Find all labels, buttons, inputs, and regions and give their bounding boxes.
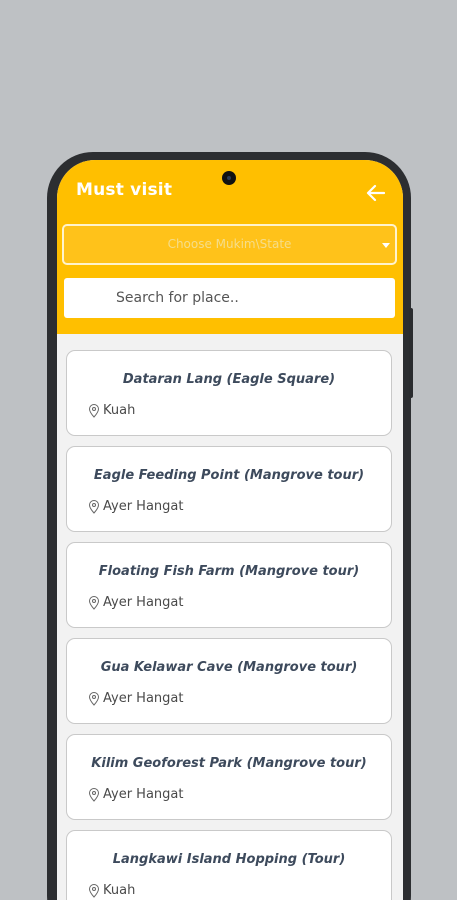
- list-item[interactable]: Gua Kelawar Cave (Mangrove tour) Ayer Ha…: [66, 638, 392, 724]
- location-pin-icon: [88, 691, 100, 706]
- location-text: Ayer Hangat: [103, 595, 184, 610]
- place-location: Ayer Hangat: [88, 499, 183, 514]
- location-text: Ayer Hangat: [103, 787, 184, 802]
- place-location: Ayer Hangat: [88, 595, 183, 610]
- list-item[interactable]: Eagle Feeding Point (Mangrove tour) Ayer…: [66, 446, 392, 532]
- place-name: Gua Kelawar Cave (Mangrove tour): [100, 660, 358, 675]
- location-text: Kuah: [103, 403, 136, 418]
- search-input[interactable]: [116, 278, 386, 318]
- location-pin-icon: [88, 499, 100, 514]
- location-pin-icon: [88, 403, 100, 418]
- app-screen: Must visit Choose Mukim\State Dataran La…: [57, 160, 403, 900]
- location-text: Ayer Hangat: [103, 499, 184, 514]
- location-pin-icon: [88, 595, 100, 610]
- location-pin-icon: [88, 883, 100, 898]
- location-pin-icon: [88, 787, 100, 802]
- caret-down-icon: [382, 243, 390, 248]
- list-item[interactable]: Floating Fish Farm (Mangrove tour) Ayer …: [66, 542, 392, 628]
- phone-side-button: [409, 308, 413, 398]
- location-text: Kuah: [103, 883, 136, 898]
- list-item[interactable]: Langkawi Island Hopping (Tour) Kuah: [66, 830, 392, 900]
- mukim-state-select[interactable]: Choose Mukim\State: [62, 224, 397, 265]
- location-text: Ayer Hangat: [103, 691, 184, 706]
- select-placeholder: Choose Mukim\State: [167, 237, 292, 251]
- page-title: Must visit: [76, 180, 173, 200]
- arrow-left-icon: [366, 184, 386, 202]
- app-header: Must visit Choose Mukim\State: [57, 160, 403, 334]
- place-name: Dataran Lang (Eagle Square): [122, 372, 336, 387]
- place-name: Floating Fish Farm (Mangrove tour): [98, 564, 360, 579]
- front-camera: [222, 171, 236, 185]
- place-name: Langkawi Island Hopping (Tour): [112, 852, 346, 867]
- list-item[interactable]: Kilim Geoforest Park (Mangrove tour) Aye…: [66, 734, 392, 820]
- place-location: Kuah: [88, 403, 135, 418]
- place-location: Ayer Hangat: [88, 691, 183, 706]
- place-name: Kilim Geoforest Park (Mangrove tour): [91, 756, 367, 771]
- search-box: [64, 278, 395, 318]
- list-item[interactable]: Dataran Lang (Eagle Square) Kuah: [66, 350, 392, 436]
- place-location: Ayer Hangat: [88, 787, 183, 802]
- back-button[interactable]: [365, 182, 387, 204]
- place-location: Kuah: [88, 883, 135, 898]
- place-name: Eagle Feeding Point (Mangrove tour): [93, 468, 365, 483]
